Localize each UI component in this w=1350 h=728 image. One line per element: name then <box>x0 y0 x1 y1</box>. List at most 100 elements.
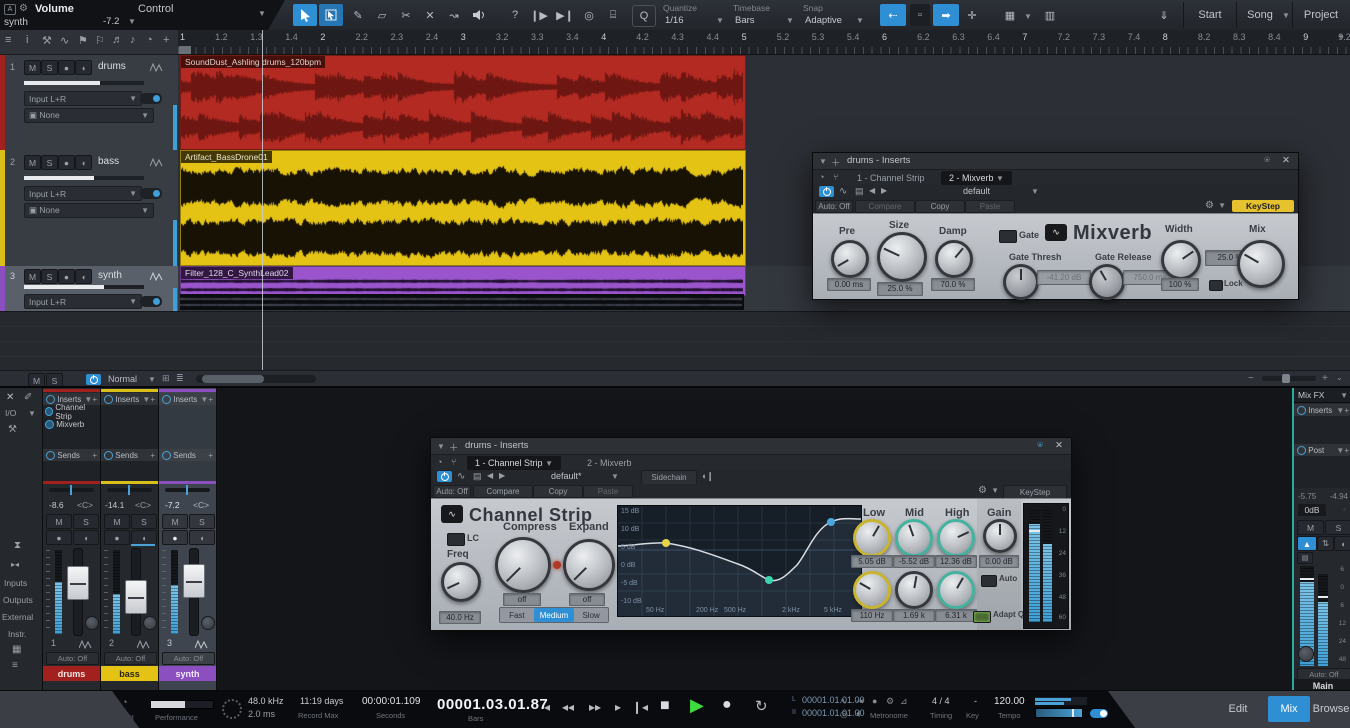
gain-knob[interactable] <box>983 519 1017 553</box>
zoom-preset-icon[interactable]: ⌄ <box>1336 373 1343 382</box>
cue-knob[interactable] <box>85 616 99 630</box>
sidebar-item-inputs[interactable]: Inputs <box>4 578 27 588</box>
position-counter[interactable]: 00001.03.01.87 <box>437 696 548 713</box>
volume-slider[interactable] <box>24 81 144 85</box>
input-select[interactable]: Input L+R▼ <box>24 186 142 201</box>
routing-icon[interactable]: ⑂ <box>833 172 838 182</box>
fader-handle[interactable] <box>125 580 147 614</box>
record-arm-button[interactable]: ● <box>162 530 188 545</box>
copy-button[interactable]: Copy <box>915 200 965 213</box>
ab-compare-icon[interactable]: ∿ <box>457 471 465 482</box>
size-knob[interactable] <box>877 232 927 282</box>
compress-value[interactable]: off <box>503 593 541 606</box>
instrument-select[interactable]: ▣ None▼ <box>24 108 154 123</box>
track-name[interactable]: bass <box>98 156 119 167</box>
high-freq-knob[interactable] <box>937 571 975 609</box>
tempo-track-icon[interactable]: ◔ <box>146 34 153 46</box>
inserts-list[interactable] <box>101 405 158 449</box>
width-value[interactable]: 100 % <box>1161 278 1199 291</box>
chevron-down-icon[interactable]: ▼ <box>716 16 724 25</box>
play-loop-button[interactable]: ▶❙ <box>553 4 577 26</box>
solo-button[interactable]: S <box>73 514 99 529</box>
volume-slider[interactable] <box>24 176 144 180</box>
gear-icon[interactable]: ⚙ <box>1205 200 1214 211</box>
chevron-down-icon[interactable]: ▼ <box>856 16 864 25</box>
tab-channel-strip[interactable]: 1 - Channel Strip <box>849 171 933 185</box>
monitor-toggle[interactable] <box>140 188 162 199</box>
post-list[interactable] <box>1294 456 1350 488</box>
zoom-in-icon[interactable]: + <box>1322 373 1328 384</box>
track-scrollbar[interactable] <box>173 220 177 266</box>
mute-button[interactable]: M <box>24 269 41 284</box>
sends-header[interactable]: Sends+ <box>43 449 100 461</box>
monitor-button[interactable]: ◖ <box>75 269 92 284</box>
pan-readout[interactable]: <C> <box>135 500 151 510</box>
cue-knob[interactable] <box>201 616 215 630</box>
preset-file-icon[interactable]: ▤ <box>855 186 864 197</box>
chevron-down-icon[interactable]: ▼ <box>1031 187 1039 196</box>
clip-bass[interactable]: Artifact_BassDrone01 <box>180 150 746 266</box>
solo-button[interactable]: S <box>41 269 58 284</box>
next-preset-icon[interactable]: ▶ <box>881 186 887 195</box>
inspector-icon[interactable]: i <box>26 34 28 46</box>
channel-name[interactable]: drums <box>43 666 100 681</box>
mid-freq-value[interactable]: 1.69 k <box>893 609 935 622</box>
eraser-tool-button[interactable]: ▱ <box>371 4 393 26</box>
next-preset-icon[interactable]: ▶ <box>499 471 505 480</box>
track-header-drums[interactable]: 1 M S ● ◖ drums Input L+R▼ ▣ None▼ <box>0 55 178 151</box>
bypass-power-button[interactable] <box>819 186 834 197</box>
channel-name[interactable]: synth <box>159 666 216 681</box>
gate-thresh-knob[interactable] <box>1003 264 1039 300</box>
track-name[interactable]: synth <box>98 270 122 281</box>
mix-view-button[interactable]: Mix <box>1268 696 1310 722</box>
sends-list[interactable] <box>43 461 100 481</box>
cue-knob[interactable] <box>143 616 157 630</box>
pin-icon[interactable]: ⍟ <box>1264 155 1270 166</box>
mute-button[interactable]: M <box>24 60 41 75</box>
pan-slider[interactable] <box>107 488 152 492</box>
input-select[interactable]: Input L+R▼ <box>24 91 142 106</box>
freq-value[interactable]: 40.0 Hz <box>439 611 481 624</box>
pan-readout[interactable]: <C> <box>77 500 93 510</box>
speed-fast-button[interactable]: Fast <box>500 608 534 622</box>
browse-view-button[interactable]: Browse <box>1312 696 1350 722</box>
sidebar-item-external[interactable]: External <box>2 612 33 622</box>
chord-track-icon[interactable]: ♬ <box>112 34 123 46</box>
ab-compare-icon[interactable]: ∿ <box>839 186 847 197</box>
low-freq-knob[interactable] <box>853 571 891 609</box>
h-scrollbar-thumb[interactable] <box>202 375 264 383</box>
damp-value[interactable]: 70.0 % <box>931 278 975 291</box>
mid-gain-knob[interactable] <box>895 519 933 557</box>
paste-button[interactable]: Paste <box>965 200 1015 213</box>
clock-icon[interactable]: ◎ <box>840 709 848 720</box>
tab-mixverb[interactable]: 2 - Mixverb <box>579 456 640 470</box>
edit-view-button[interactable]: Edit <box>1212 696 1264 722</box>
add-insert-icon[interactable]: ＋ <box>831 155 841 169</box>
track-scrollbar[interactable] <box>173 105 177 150</box>
input-quantize-button[interactable]: Q <box>632 5 656 27</box>
tab-mixverb[interactable]: 2 - Mixverb ▼ <box>941 171 1012 185</box>
monitor-toggle[interactable] <box>140 296 162 307</box>
post-header[interactable]: Post▼+ <box>1294 444 1350 456</box>
mono-button[interactable]: ▲ <box>1297 536 1317 551</box>
channel-name[interactable]: bass <box>101 666 158 681</box>
freq-knob[interactable] <box>441 562 481 602</box>
snap-value[interactable]: Adaptive <box>805 15 842 26</box>
fader-handle[interactable] <box>183 564 205 598</box>
clip-synth[interactable]: Filter_128_C_SynthLead02 <box>180 266 746 296</box>
chevron-down-icon[interactable]: ▼ <box>258 9 266 18</box>
keystep-button[interactable]: KeyStep <box>1003 485 1067 499</box>
piano-view-button[interactable]: ▥ <box>1040 4 1060 26</box>
timebase-value[interactable]: Bars <box>735 15 755 26</box>
play-from-selection-button[interactable]: ❙▶ <box>527 4 551 26</box>
solo-button[interactable]: S <box>41 155 58 170</box>
compare-button[interactable]: Compare <box>473 485 533 498</box>
sends-list[interactable] <box>159 461 216 481</box>
automation-param-box[interactable]: A ⚙ Volume synth -7.2 ▼ Control ▼ <box>0 0 285 30</box>
settings-icon[interactable]: ⚙ <box>886 696 894 707</box>
tempo-value[interactable]: 120.00 <box>994 696 1025 707</box>
mid-gain-value[interactable]: -5.52 dB <box>893 555 935 568</box>
io-label[interactable]: I/O <box>5 408 16 418</box>
stop-button[interactable]: ■ <box>660 697 670 715</box>
mixer-channel-bass[interactable]: Inserts▼+ Sends+ -14.1 <C> M S ● ◖ 2 Aut… <box>101 388 159 692</box>
